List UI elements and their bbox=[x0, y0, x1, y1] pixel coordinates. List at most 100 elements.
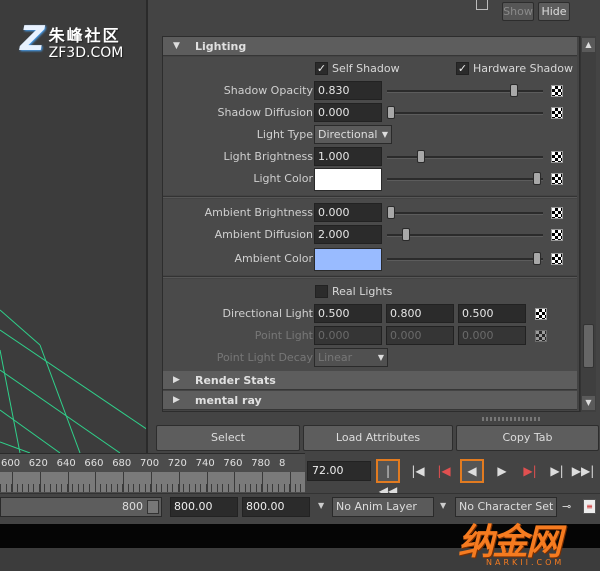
ambient-brightness-field[interactable]: 0.000 bbox=[314, 203, 382, 222]
watermark-site: NARKII.COM bbox=[486, 558, 565, 567]
section-header-mental-ray[interactable]: ▶ mental ray bbox=[163, 391, 577, 410]
watermark-chinese: 纳金网 bbox=[458, 521, 562, 563]
play-backwards-icon[interactable]: ◀ bbox=[460, 459, 484, 483]
light-type-dropdown[interactable]: Directional ▼ bbox=[314, 125, 392, 144]
playback-end-field[interactable]: 800.00 bbox=[170, 497, 238, 517]
light-brightness-slider[interactable] bbox=[387, 156, 543, 159]
go-to-start-icon[interactable]: |◀◀ bbox=[376, 459, 400, 498]
time-slider-minor-tick bbox=[27, 484, 29, 492]
character-set-arrow-icon[interactable]: ▼ bbox=[440, 501, 446, 510]
attribute-scrollbar[interactable]: ▲ ▼ bbox=[580, 36, 596, 412]
ambient-color-swatch[interactable] bbox=[314, 248, 382, 271]
ambient-brightness-slider[interactable] bbox=[387, 212, 543, 215]
light-brightness-field[interactable]: 1.000 bbox=[314, 147, 382, 166]
anim-layer-arrow-icon[interactable]: ▼ bbox=[318, 501, 324, 510]
light-brightness-slider-thumb[interactable] bbox=[416, 150, 425, 163]
chevron-down-icon: ▼ bbox=[381, 130, 388, 139]
shadow-opacity-slider-thumb[interactable] bbox=[509, 84, 518, 97]
directional-light-y-field[interactable]: 0.800 bbox=[386, 304, 454, 323]
directional-light-map-icon[interactable] bbox=[535, 308, 547, 320]
hide-button[interactable]: Hide bbox=[538, 2, 570, 21]
time-slider-tick bbox=[67, 472, 69, 492]
step-back-frame-icon[interactable]: |◀ bbox=[406, 459, 430, 483]
self-shadow-checkbox[interactable]: ✓ bbox=[315, 62, 328, 75]
time-slider-tick bbox=[123, 472, 125, 492]
ambient-diffusion-row: Ambient Diffusion 2.000 bbox=[163, 224, 577, 246]
current-time-field[interactable]: 72.00 bbox=[307, 461, 371, 481]
shadow-opacity-field[interactable]: 0.830 bbox=[314, 81, 382, 100]
hardware-shadow-checkbox[interactable]: ✓ bbox=[456, 62, 469, 75]
time-slider-minor-tick bbox=[33, 484, 35, 492]
section-header-render-stats[interactable]: ▶ Render Stats bbox=[163, 371, 577, 390]
watermark-logo: Z bbox=[20, 19, 45, 59]
time-slider-minor-tick bbox=[155, 484, 157, 492]
point-light-decay-dropdown: Linear ▼ bbox=[314, 348, 388, 367]
time-slider-tick bbox=[151, 472, 152, 492]
scroll-down-icon[interactable]: ▼ bbox=[582, 396, 595, 410]
copy-tab-button[interactable]: Copy Tab bbox=[456, 425, 599, 451]
shadow-opacity-map-icon[interactable] bbox=[551, 85, 563, 97]
select-button[interactable]: Select bbox=[156, 425, 300, 451]
anim-layer-dropdown[interactable]: No Anim Layer bbox=[332, 497, 434, 517]
shadow-opacity-slider[interactable] bbox=[387, 90, 543, 93]
shadow-diffusion-slider-thumb[interactable] bbox=[387, 106, 395, 119]
light-brightness-map-icon[interactable] bbox=[551, 151, 563, 163]
ambient-diffusion-slider-thumb[interactable] bbox=[401, 228, 410, 241]
time-slider-tick bbox=[206, 472, 208, 492]
shadow-diffusion-map-icon[interactable] bbox=[551, 107, 563, 119]
real-lights-checkbox[interactable] bbox=[315, 285, 328, 298]
attribute-scroll-area[interactable]: ▼ Lighting ✓ Self Shadow ✓ Hardware Shad… bbox=[162, 36, 580, 412]
range-slider[interactable]: 800 bbox=[0, 497, 162, 517]
time-slider-minor-tick bbox=[172, 484, 174, 492]
scroll-up-icon[interactable]: ▲ bbox=[582, 38, 595, 52]
tearoff-icon[interactable] bbox=[476, 0, 488, 10]
range-slider-handle[interactable] bbox=[147, 500, 159, 514]
step-back-key-icon[interactable]: |◀ bbox=[432, 459, 456, 483]
light-color-slider-thumb[interactable] bbox=[533, 172, 541, 185]
ambient-diffusion-field[interactable]: 2.000 bbox=[314, 225, 382, 244]
ambient-brightness-map-icon[interactable] bbox=[551, 207, 563, 219]
time-slider-tick-label: 740 bbox=[195, 458, 215, 469]
scroll-thumb[interactable] bbox=[583, 324, 594, 368]
light-color-map-icon[interactable] bbox=[551, 173, 563, 185]
ambient-color-slider[interactable] bbox=[387, 258, 543, 261]
character-set-value: No Character Set bbox=[459, 500, 554, 513]
shadow-diffusion-slider[interactable] bbox=[387, 112, 543, 115]
show-button[interactable]: Show bbox=[502, 2, 534, 21]
play-forwards-icon[interactable]: ▶ bbox=[490, 459, 514, 483]
light-color-slider[interactable] bbox=[387, 178, 543, 181]
character-set-dropdown[interactable]: No Character Set bbox=[455, 497, 557, 517]
go-to-end-icon[interactable]: ▶▶| bbox=[571, 459, 595, 483]
ambient-brightness-slider-thumb[interactable] bbox=[387, 206, 395, 219]
time-slider-tick-label: 780 bbox=[251, 458, 271, 469]
load-attributes-button[interactable]: Load Attributes bbox=[303, 425, 453, 451]
directional-light-z-field[interactable]: 0.500 bbox=[458, 304, 526, 323]
time-slider[interactable]: 600 620 640 660 680 700 720 740 760 780 8 bbox=[0, 453, 307, 493]
section-title: Lighting bbox=[195, 40, 247, 53]
auto-key-icon[interactable]: ⊸ bbox=[562, 500, 571, 513]
step-forward-frame-icon[interactable]: ▶| bbox=[545, 459, 569, 483]
animation-preferences-icon[interactable]: ≡ bbox=[583, 499, 596, 514]
ambient-diffusion-slider[interactable] bbox=[387, 234, 543, 237]
time-slider-tick bbox=[12, 472, 13, 492]
step-forward-key-icon[interactable]: ▶| bbox=[518, 459, 542, 483]
light-color-swatch[interactable] bbox=[314, 168, 382, 191]
time-slider-minor-tick bbox=[216, 484, 218, 492]
lighting-shadow-block: ✓ Self Shadow ✓ Hardware Shadow Shadow O… bbox=[163, 57, 577, 195]
ambient-brightness-label: Ambient Brightness bbox=[204, 206, 313, 219]
light-type-row: Light Type Directional ▼ bbox=[163, 124, 577, 146]
viewport-panel[interactable]: Z 朱峰社区 ZF3D.COM bbox=[0, 0, 148, 453]
time-slider-minor-tick bbox=[183, 484, 185, 492]
time-slider-minor-tick bbox=[100, 484, 102, 492]
animation-end-field[interactable]: 800.00 bbox=[242, 497, 310, 517]
ambient-color-slider-thumb[interactable] bbox=[533, 252, 541, 265]
ambient-color-map-icon[interactable] bbox=[551, 253, 563, 265]
time-slider-track[interactable] bbox=[0, 472, 305, 492]
ambient-diffusion-map-icon[interactable] bbox=[551, 229, 563, 241]
section-header-lighting[interactable]: ▼ Lighting bbox=[163, 37, 577, 56]
directional-light-x-field[interactable]: 0.500 bbox=[314, 304, 382, 323]
time-slider-minor-tick bbox=[144, 484, 146, 492]
shadow-diffusion-field[interactable]: 0.000 bbox=[314, 103, 382, 122]
time-slider-minor-tick bbox=[233, 484, 235, 492]
resize-grip[interactable] bbox=[482, 417, 542, 421]
